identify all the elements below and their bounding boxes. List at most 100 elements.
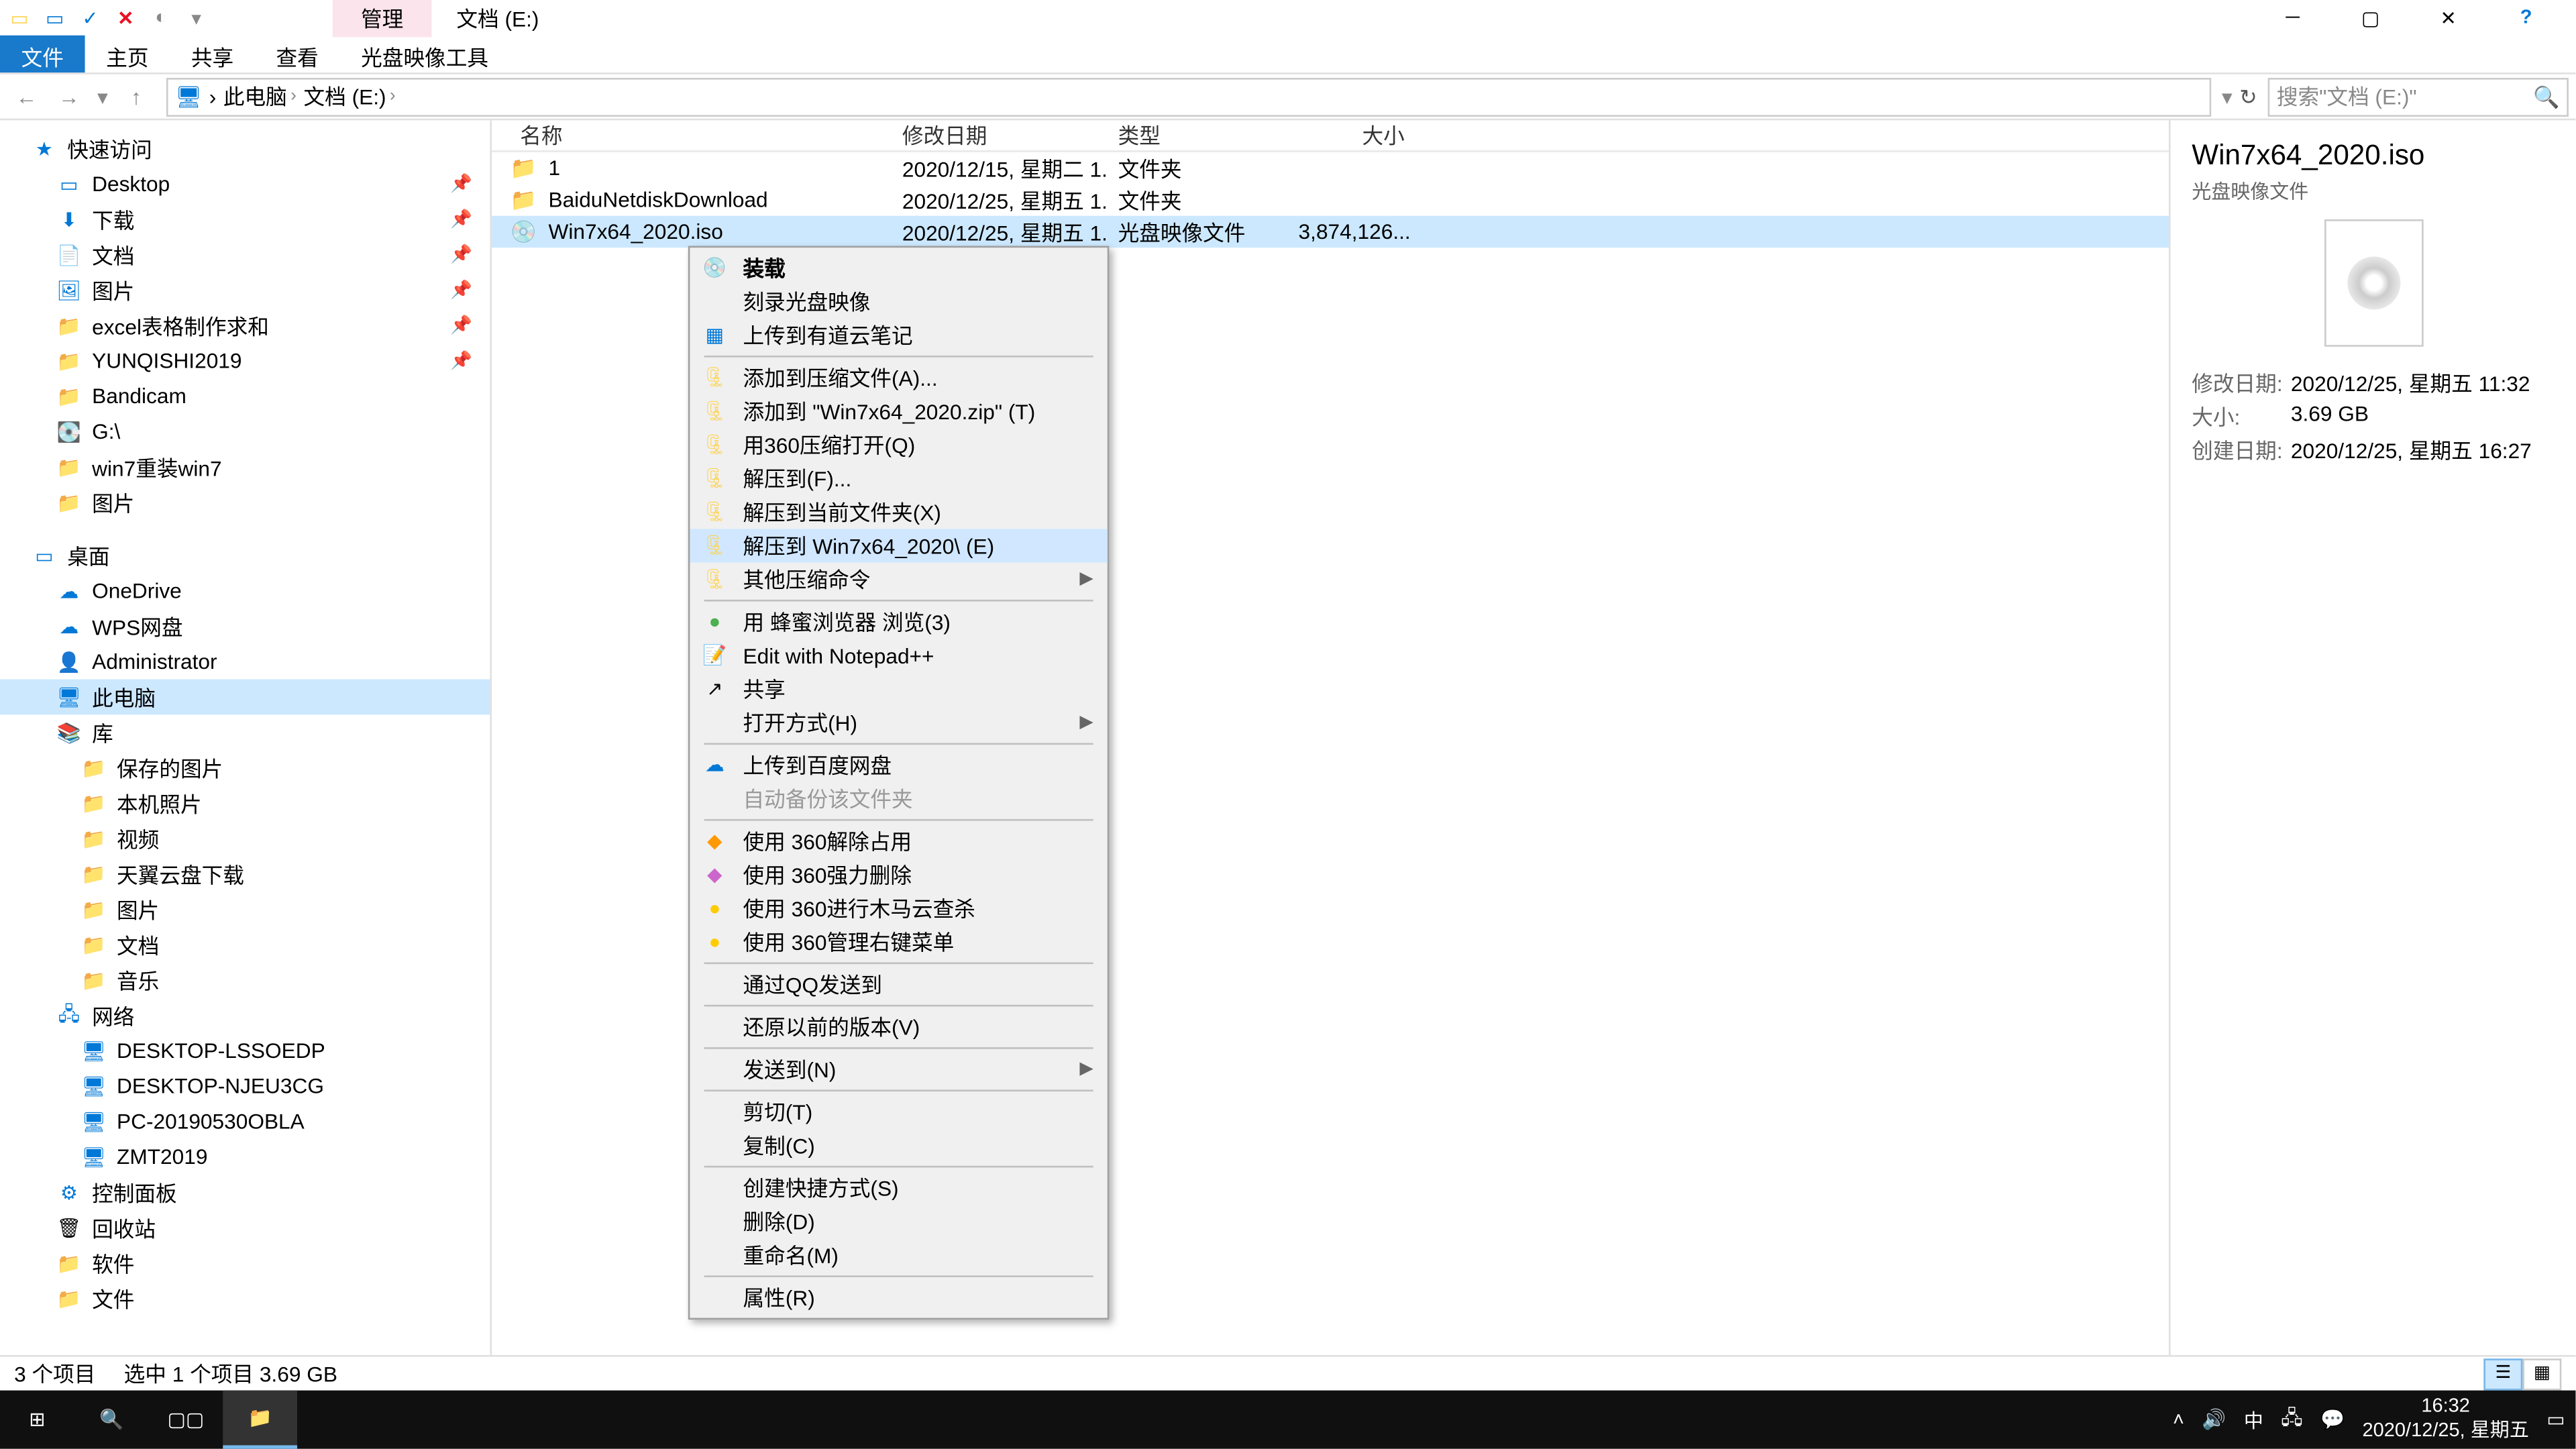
cm-notepad[interactable]: 📝Edit with Notepad++ (690, 639, 1107, 672)
nav-quick-access[interactable]: ★快速访问 (0, 131, 490, 166)
minimize-button[interactable]: ─ (2254, 0, 2332, 36)
breadcrumb-pc[interactable]: 此电脑› (223, 81, 297, 111)
nav-documents[interactable]: 📄文档📌 (0, 237, 490, 272)
cm-add-archive[interactable]: 🗜添加到压缩文件(A)... (690, 361, 1107, 394)
cm-honey-browser[interactable]: ●用 蜂蜜浏览器 浏览(3) (690, 605, 1107, 639)
tray-overflow-icon[interactable]: ▭ (2546, 1408, 2565, 1431)
nav-desktop-zh[interactable]: ▭桌面 (0, 538, 490, 574)
cm-qq-send[interactable]: 通过QQ发送到 (690, 967, 1107, 1001)
cm-send-to[interactable]: 发送到(N)▶ (690, 1053, 1107, 1086)
tab-disc-tools[interactable]: 光盘映像工具 (339, 36, 509, 72)
ime-indicator[interactable]: 中 (2244, 1405, 2263, 1434)
cm-open-with[interactable]: 打开方式(H)▶ (690, 706, 1107, 739)
breadcrumb[interactable]: 🖥 › 此电脑› 文档 (E:)› (166, 77, 2211, 116)
cm-baidu-upload[interactable]: ☁上传到百度网盘 (690, 748, 1107, 782)
qat-item[interactable]: ▭ (42, 5, 67, 30)
search-icon[interactable]: 🔍 (2533, 84, 2559, 109)
nav-local-pics[interactable]: 📁本机照片 (0, 786, 490, 821)
context-tab-manage[interactable]: 管理 (333, 0, 432, 36)
qat-save-icon[interactable]: ✓ (78, 5, 103, 30)
nav-pictures[interactable]: 🖼图片📌 (0, 272, 490, 308)
tab-file[interactable]: 文件 (0, 36, 85, 72)
action-center-icon[interactable]: 💬 (2320, 1408, 2345, 1431)
nav-excel[interactable]: 📁excel表格制作求和📌 (0, 308, 490, 343)
nav-files[interactable]: 📁文件 (0, 1281, 490, 1316)
forward-button[interactable]: → (50, 77, 89, 116)
view-details-button[interactable]: ☰ (2483, 1358, 2522, 1389)
nav-software[interactable]: 📁软件 (0, 1245, 490, 1281)
nav-recycle[interactable]: 🗑回收站 (0, 1210, 490, 1246)
cm-other-compress[interactable]: 🗜其他压缩命令▶ (690, 563, 1107, 596)
search-input[interactable]: 搜索"文档 (E:)" 🔍 (2268, 77, 2569, 116)
cm-share[interactable]: ↗共享 (690, 672, 1107, 706)
nav-onedrive[interactable]: ☁OneDrive (0, 573, 490, 608)
cm-360-menu[interactable]: ●使用 360管理右键菜单 (690, 925, 1107, 959)
file-row[interactable]: 📁 BaiduNetdiskDownload 2020/12/25, 星期五 1… (492, 184, 2169, 215)
volume-icon[interactable]: 🔊 (2202, 1408, 2226, 1431)
nav-lib-music[interactable]: 📁音乐 (0, 963, 490, 998)
nav-videos[interactable]: 📁视频 (0, 821, 490, 857)
nav-network[interactable]: 🖧网络 (0, 998, 490, 1033)
nav-lib-docs[interactable]: 📁文档 (0, 927, 490, 963)
cm-burn[interactable]: 刻录光盘映像 (690, 285, 1107, 319)
cm-delete[interactable]: 删除(D) (690, 1205, 1107, 1238)
up-button[interactable]: ↑ (117, 77, 156, 116)
close-button[interactable]: ✕ (2410, 0, 2487, 36)
clock[interactable]: 16:32 2020/12/25, 星期五 (2363, 1396, 2529, 1443)
navigation-pane[interactable]: ★快速访问 ▭Desktop📌 ⬇下载📌 📄文档📌 🖼图片📌 📁excel表格制… (0, 120, 492, 1390)
refresh-icon[interactable]: ↻ (2239, 84, 2257, 109)
col-size[interactable]: 大小 (1288, 120, 1415, 150)
col-name[interactable]: 名称 (509, 120, 892, 150)
nav-yunqishi[interactable]: 📁YUNQISHI2019📌 (0, 343, 490, 379)
network-icon[interactable]: 🖧 (2281, 1403, 2302, 1436)
nav-wps[interactable]: ☁WPS网盘 (0, 608, 490, 644)
nav-control-panel[interactable]: ⚙控制面板 (0, 1175, 490, 1210)
cm-extract-here[interactable]: 🗜解压到当前文件夹(X) (690, 495, 1107, 529)
cm-360-scan[interactable]: ●使用 360进行木马云查杀 (690, 892, 1107, 925)
col-type[interactable]: 类型 (1108, 120, 1288, 150)
nav-admin[interactable]: 👤Administrator (0, 644, 490, 680)
nav-desktop[interactable]: ▭Desktop📌 (0, 166, 490, 202)
cm-open-360[interactable]: 🗜用360压缩打开(Q) (690, 428, 1107, 462)
cm-360-delete[interactable]: ◆使用 360强力删除 (690, 858, 1107, 892)
history-dropdown-icon[interactable]: ▾ (2222, 84, 2233, 109)
cm-rename[interactable]: 重命名(M) (690, 1238, 1107, 1272)
tab-home[interactable]: 主页 (85, 36, 170, 72)
search-button[interactable]: 🔍 (74, 1391, 149, 1449)
view-icons-button[interactable]: ▦ (2522, 1358, 2561, 1389)
cm-properties[interactable]: 属性(R) (690, 1281, 1107, 1314)
nav-pc1[interactable]: 🖥DESKTOP-LSSOEDP (0, 1033, 490, 1069)
qat-delete-icon[interactable]: ✕ (113, 5, 138, 30)
nav-pc3[interactable]: 🖥PC-20190530OBLA (0, 1104, 490, 1139)
tab-share[interactable]: 共享 (170, 36, 255, 72)
cm-mount[interactable]: 💿装载 (690, 251, 1107, 284)
nav-lib-pictures[interactable]: 📁图片 (0, 892, 490, 927)
cm-add-zip[interactable]: 🗜添加到 "Win7x64_2020.zip" (T) (690, 394, 1107, 428)
recent-dropdown[interactable]: ▾ (92, 77, 113, 116)
tray-up-icon[interactable]: ˄ (2173, 1409, 2184, 1430)
chevron-right-icon[interactable]: › (209, 84, 217, 109)
nav-pictures2[interactable]: 📁图片 (0, 485, 490, 521)
file-row-selected[interactable]: 💿 Win7x64_2020.iso 2020/12/25, 星期五 1... … (492, 216, 2169, 248)
tab-view[interactable]: 查看 (255, 36, 340, 72)
cm-copy[interactable]: 复制(C) (690, 1128, 1107, 1162)
qat-item[interactable]: ◐ (149, 5, 174, 30)
nav-libraries[interactable]: 📚库 (0, 714, 490, 750)
breadcrumb-drive[interactable]: 文档 (E:)› (303, 81, 395, 111)
cm-restore[interactable]: 还原以前的版本(V) (690, 1010, 1107, 1044)
help-icon[interactable]: ? (2487, 0, 2565, 36)
nav-this-pc[interactable]: 🖥此电脑 (0, 680, 490, 715)
nav-gdrive[interactable]: 💽G:\ (0, 414, 490, 449)
cm-shortcut[interactable]: 创建快捷方式(S) (690, 1171, 1107, 1205)
nav-saved-pics[interactable]: 📁保存的图片 (0, 750, 490, 786)
col-date[interactable]: 修改日期 (892, 120, 1108, 150)
cm-cut[interactable]: 剪切(T) (690, 1095, 1107, 1128)
nav-tianyi[interactable]: 📁天翼云盘下载 (0, 856, 490, 892)
nav-win7reload[interactable]: 📁win7重装win7 (0, 449, 490, 485)
cm-extract-named[interactable]: 🗜解压到 Win7x64_2020\ (E) (690, 529, 1107, 562)
nav-downloads[interactable]: ⬇下载📌 (0, 202, 490, 237)
file-row[interactable]: 📁 1 2020/12/15, 星期二 1... 文件夹 (492, 152, 2169, 184)
start-button[interactable]: ⊞ (0, 1391, 74, 1449)
explorer-taskbar-button[interactable]: 📁 (223, 1391, 297, 1449)
cm-360-unlock[interactable]: ◆使用 360解除占用 (690, 824, 1107, 858)
